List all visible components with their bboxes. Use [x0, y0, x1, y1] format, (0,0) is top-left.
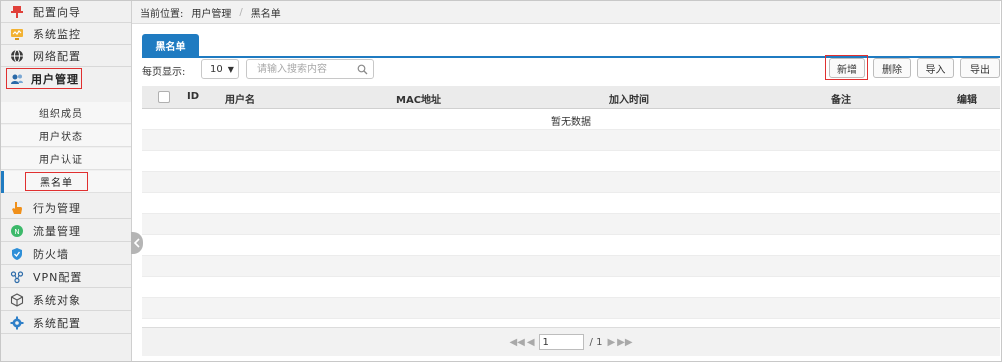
sidebar-item-network-config[interactable]: 网络配置 — [1, 45, 131, 67]
sidebar-item-label: 行为管理 — [33, 201, 81, 215]
breadcrumb-level1[interactable]: 用户管理 — [191, 5, 231, 20]
search-box — [246, 59, 374, 79]
delete-button[interactable]: 删除 — [873, 58, 911, 78]
vpn-icon — [9, 269, 25, 285]
select-all-checkbox[interactable] — [158, 91, 170, 103]
page-total: / 1 — [589, 336, 603, 348]
sidebar-subitem-label: 用户状态 — [39, 132, 83, 143]
sidebar-item-label: 系统监控 — [33, 27, 81, 41]
globe-icon — [9, 48, 25, 64]
page-number-input[interactable]: 1 — [538, 334, 584, 350]
traffic-icon: N — [9, 223, 25, 239]
active-indicator — [1, 171, 4, 193]
table-row — [142, 298, 1000, 319]
breadcrumb-level2: 黑名单 — [250, 8, 281, 20]
sidebar-item-label: 用户管理 — [31, 72, 79, 86]
last-page-icon[interactable]: ▶▶ — [617, 337, 632, 348]
column-header-edit: 编辑 — [957, 95, 977, 106]
sidebar-item-label: 系统配置 — [33, 316, 81, 330]
tab-bar: 黑名单 — [142, 34, 1000, 58]
sidebar-item-system-objects[interactable]: 系统对象 — [1, 289, 131, 311]
table-row — [142, 235, 1000, 256]
prev-page-icon[interactable]: ◀ — [527, 337, 535, 348]
sidebar-subitem-blacklist[interactable]: 黑名单 — [1, 171, 131, 193]
column-header-id: ID — [187, 91, 200, 102]
column-header-remark: 备注 — [831, 95, 851, 106]
per-page-label: 每页显示: — [142, 67, 186, 78]
per-page-select[interactable]: 10 ▼ — [201, 59, 239, 79]
sidebar-item-label: 防火墙 — [33, 247, 69, 261]
sidebar-item-system-config[interactable]: 系统配置 — [1, 312, 131, 334]
sidebar-item-label: VPN配置 — [33, 270, 83, 284]
next-page-icon[interactable]: ▶ — [607, 337, 615, 348]
sidebar-subitem-user-status[interactable]: 用户状态 — [1, 125, 131, 147]
table-header: ID 用户名 MAC地址 加入时间 备注 编辑 — [142, 86, 1000, 109]
table-row — [142, 277, 1000, 298]
table-row: 暂无数据 — [142, 109, 1000, 130]
monitor-icon — [9, 26, 25, 42]
pagination: ◀◀ ◀ 1 / 1 ▶ ▶▶ — [142, 327, 1000, 356]
search-input[interactable] — [255, 62, 355, 76]
table-row — [142, 256, 1000, 277]
tab-blacklist[interactable]: 黑名单 — [142, 34, 199, 56]
sidebar: 配置向导 系统监控 网络配置 用户管理 组织成员 用户状态 用户认证 黑名单 行… — [1, 1, 132, 361]
per-page-value: 10 — [210, 63, 223, 75]
svg-text:N: N — [14, 228, 19, 236]
sidebar-item-label: 系统对象 — [33, 293, 81, 307]
sidebar-subitem-label: 黑名单 — [25, 172, 88, 191]
sidebar-item-user-management[interactable]: 用户管理 — [6, 68, 82, 89]
sidebar-item-label: 网络配置 — [33, 49, 81, 63]
sidebar-item-label: 流量管理 — [33, 224, 81, 238]
shield-icon — [9, 246, 25, 262]
sidebar-item-behavior-management[interactable]: 行为管理 — [1, 197, 131, 219]
sidebar-subitem-user-auth[interactable]: 用户认证 — [1, 148, 131, 170]
breadcrumb: 当前位置: 用户管理 / 黑名单 — [132, 1, 1000, 24]
sidebar-item-label: 配置向导 — [33, 5, 81, 19]
column-header-join-time: 加入时间 — [609, 95, 649, 106]
sidebar-subitem-label: 组织成员 — [39, 109, 83, 120]
sidebar-subitem-org-members[interactable]: 组织成员 — [1, 102, 131, 124]
table-row — [142, 172, 1000, 193]
import-button[interactable]: 导入 — [917, 58, 954, 78]
sidebar-item-setup-wizard[interactable]: 配置向导 — [1, 1, 131, 23]
sidebar-item-system-monitor[interactable]: 系统监控 — [1, 23, 131, 45]
column-header-mac: MAC地址 — [396, 95, 442, 106]
table-row — [142, 193, 1000, 214]
empty-state-text: 暂无数据 — [551, 117, 591, 128]
add-button[interactable]: 新增 — [829, 58, 865, 78]
sidebar-item-firewall[interactable]: 防火墙 — [1, 243, 131, 265]
sidebar-item-vpn-config[interactable]: VPN配置 — [1, 266, 131, 288]
sidebar-subitem-label: 用户认证 — [39, 155, 83, 166]
table-row — [142, 214, 1000, 235]
pushpin-icon — [9, 4, 25, 20]
hand-pointer-icon — [9, 200, 25, 216]
blacklist-table: ID 用户名 MAC地址 加入时间 备注 编辑 暂无数据 — [142, 86, 1000, 341]
table-row — [142, 130, 1000, 151]
toolbar: 每页显示: 10 ▼ 新增 删除 导入 导出 — [142, 55, 1000, 82]
export-button[interactable]: 导出 — [960, 58, 1000, 78]
breadcrumb-prefix: 当前位置: — [140, 8, 184, 20]
table-row — [142, 151, 1000, 172]
sidebar-item-traffic-management[interactable]: N 流量管理 — [1, 220, 131, 242]
main-content: 当前位置: 用户管理 / 黑名单 黑名单 每页显示: 10 ▼ 新增 删除 导入… — [132, 1, 1000, 360]
gear-icon — [9, 315, 25, 331]
users-icon — [9, 71, 25, 87]
column-header-username: 用户名 — [225, 95, 255, 106]
search-icon[interactable] — [357, 64, 368, 75]
caret-down-icon: ▼ — [227, 64, 234, 74]
first-page-icon[interactable]: ◀◀ — [509, 337, 524, 348]
breadcrumb-separator: / — [239, 6, 243, 18]
cube-icon — [9, 292, 25, 308]
